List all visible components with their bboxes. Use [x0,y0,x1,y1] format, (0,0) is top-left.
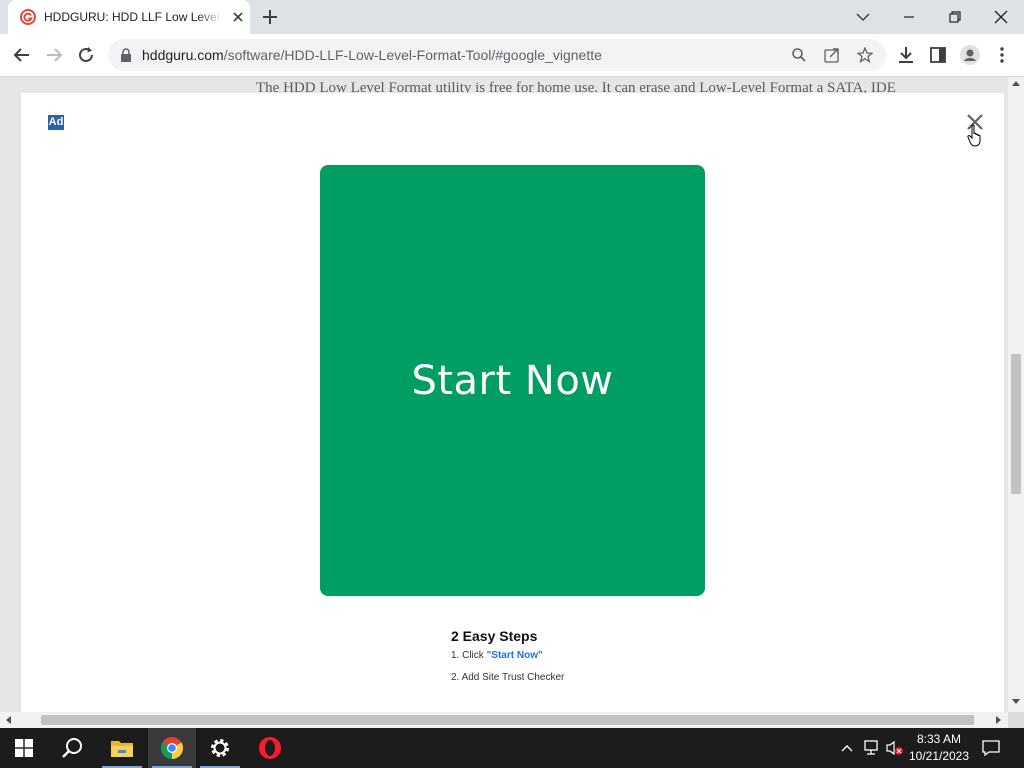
menu-button[interactable] [990,43,1014,67]
vignette-ad-overlay: Ad Start Now 2 Easy Steps 1. Click "Star… [21,93,1004,712]
side-panel-button[interactable] [926,43,950,67]
reload-button[interactable] [74,43,98,67]
taskbar-file-explorer[interactable] [98,728,146,768]
settings-gear-icon [211,739,229,757]
search-icon [62,738,82,758]
horizontal-scroll-thumb[interactable] [41,715,974,725]
step-1: 1. Click "Start Now" [451,650,564,661]
scroll-down-icon[interactable] [1012,699,1020,705]
bookmark-star-icon[interactable] [857,47,873,63]
scroll-up-icon[interactable] [1012,80,1020,86]
url-path: /software/HDD-LLF-Low-Level-Format-Tool/… [223,47,602,63]
ad-badge[interactable]: Ad [48,115,64,130]
volume-muted-icon [886,740,903,756]
notification-icon [982,740,1000,757]
profile-avatar-icon [960,45,980,65]
taskbar-search-button[interactable] [48,728,96,768]
taskbar-chrome[interactable] [148,728,196,768]
restore-icon [949,11,961,23]
url-text[interactable]: hddguru.com/software/HDD-LLF-Low-Level-F… [142,47,602,63]
ad-cta-label: Start Now [411,357,614,404]
taskbar-opera[interactable] [246,728,294,768]
windows-taskbar: 8:33 AM 10/21/2023 [0,728,1024,768]
tab-close-icon[interactable] [230,9,246,25]
tab-hddguru[interactable]: HDDGURU: HDD LLF Low Level Format Tool [8,0,250,34]
steps-title: 2 Easy Steps [451,628,538,644]
downloads-button[interactable] [894,43,918,67]
share-icon[interactable] [824,47,840,63]
address-bar[interactable]: hddguru.com/software/HDD-LLF-Low-Level-F… [108,39,886,71]
vertical-scroll-thumb[interactable] [1011,354,1021,494]
side-panel-icon [930,47,946,63]
chrome-icon [161,737,183,759]
vertical-scrollbar[interactable] [1008,77,1024,712]
tab-title: HDDGURU: HDD LLF Low Level Format Tool [44,10,222,24]
download-icon [899,47,913,63]
opera-icon [259,737,281,759]
minimize-icon [904,16,914,18]
tab-strip: HDDGURU: HDD LLF Low Level Format Tool [0,0,1024,34]
restore-button[interactable] [932,0,978,34]
taskbar-settings[interactable] [196,728,244,768]
close-window-button[interactable] [978,0,1024,34]
screen: HDDGURU: HDD LLF Low Level Format Tool [0,0,1024,768]
close-ad-button[interactable] [963,110,987,134]
notification-center-button[interactable] [981,738,1001,758]
chevron-up-icon [841,745,853,752]
file-explorer-icon [111,741,133,757]
forward-arrow-icon [47,48,63,62]
volume-status[interactable] [885,738,905,758]
lock-icon[interactable] [120,48,132,62]
kebab-menu-icon [1000,47,1004,63]
new-tab-icon[interactable] [258,6,282,28]
scroll-left-icon[interactable] [5,716,11,724]
step-2: 2. Add Site Trust Checker [451,672,565,683]
clock-time: 8:33 AM [916,732,962,746]
ad-steps: 2 Easy Steps 1. Click "Start Now" 2. Add… [451,628,564,683]
start-now-ad-button[interactable]: Start Now [320,165,705,596]
network-icon [864,740,878,755]
step-1-prefix: 1. Click [451,650,487,661]
network-status[interactable] [861,738,881,758]
minimize-button[interactable] [886,0,932,34]
windows-start-icon [15,739,33,757]
browser-toolbar: hddguru.com/software/HDD-LLF-Low-Level-F… [0,34,1024,77]
url-host: hddguru.com [142,47,224,63]
start-button[interactable] [0,728,48,768]
close-icon [994,10,1008,24]
hddguru-favicon-icon [20,9,36,25]
scrollbar-corner [1008,712,1024,728]
system-clock[interactable]: 8:33 AM 10/21/2023 [904,731,974,765]
chevron-down-icon [856,13,870,22]
reload-icon [79,47,93,62]
profile-button[interactable] [958,43,982,67]
forward-button[interactable] [42,43,66,67]
clock-date: 10/21/2023 [908,749,970,763]
close-icon [967,114,983,130]
search-icon[interactable] [792,48,806,62]
show-hidden-icons-button[interactable] [837,738,857,758]
step-1-link[interactable]: "Start Now" [487,650,543,661]
tab-search-button[interactable] [840,0,886,34]
horizontal-scrollbar[interactable] [0,712,1008,728]
back-arrow-icon [13,48,29,62]
page-viewport: The HDD Low Level Format utility is free… [0,77,1008,712]
scroll-right-icon[interactable] [996,716,1002,724]
back-button[interactable] [10,43,34,67]
